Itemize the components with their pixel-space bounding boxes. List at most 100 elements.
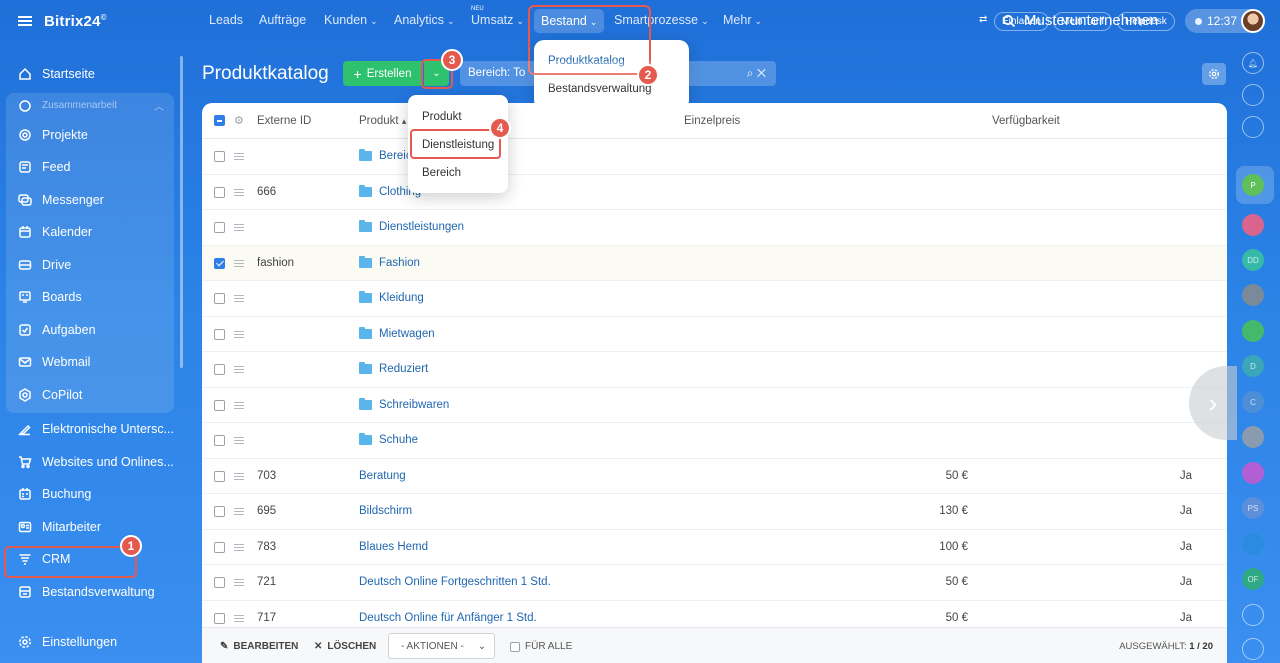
drag-handle-icon[interactable] [234,401,244,409]
table-row[interactable]: 721 Deutsch Online Fortgeschritten 1 Std.… [202,565,1227,601]
drag-handle-icon[interactable] [234,188,244,196]
table-row[interactable]: Reduziert [202,352,1227,388]
table-row[interactable]: Schreibwaren [202,388,1227,423]
search-icon[interactable]: ⌕ [747,66,754,80]
drag-handle-icon[interactable] [234,330,244,338]
delete-button[interactable]: ✕ LÖSCHEN [314,641,376,652]
close-icon[interactable]: ✕ [757,66,766,80]
cell-product[interactable]: Dienstleistungen [359,220,464,233]
rail-avatar-photo[interactable] [1242,284,1264,306]
row-checkbox[interactable] [214,151,225,162]
sidebar-item-webmail[interactable]: Webmail [6,346,174,379]
sidebar-item-startseite[interactable]: Startseite [0,58,180,91]
row-checkbox[interactable] [214,399,225,411]
nav-analytics[interactable]: Analytics ⌄ [394,13,455,27]
rail-icon-more[interactable] [1242,638,1264,660]
sidebar-item-einstellungen[interactable]: Einstellungen [0,626,117,659]
tariff-button[interactable]: Mein Tarif [1053,12,1113,31]
row-checkbox[interactable] [214,506,225,517]
nav-umsatz[interactable]: Umsatz ⌄ [471,13,524,27]
sidebar-item-signature[interactable]: Elektronische Untersc... [0,413,180,446]
col-header-availability[interactable]: Verfügbarkeit [992,115,1060,127]
settings-button[interactable] [1202,63,1226,85]
menu-item-bereich[interactable]: Bereich [408,159,508,187]
create-button[interactable]: + Erstellen [343,61,422,86]
cell-product[interactable]: Reduziert [359,362,428,375]
search-icon[interactable] [1242,116,1264,138]
drag-handle-icon[interactable] [234,153,244,160]
sidebar-item-aufgaben[interactable]: Aufgaben [6,314,174,347]
cell-product[interactable]: Schuhe [359,433,418,446]
nav-mehr[interactable]: Mehr ⌄ [723,13,762,27]
rail-avatar-group[interactable] [1242,426,1264,448]
table-row[interactable]: Bereich [202,139,1227,175]
select-all-checkbox[interactable] [214,115,225,126]
row-checkbox[interactable] [214,186,225,198]
table-row[interactable]: Dienstleistungen [202,210,1227,246]
switch-icon[interactable]: ⇄ [979,14,987,25]
col-header-price[interactable]: Einzelpreis [684,115,740,127]
bell-icon[interactable]: 🔔︎ [1242,52,1264,74]
table-row[interactable]: 695 Bildschirm 130 € Ja [202,494,1227,530]
drag-handle-icon[interactable] [234,579,244,586]
row-checkbox[interactable] [214,470,225,482]
filter-bar[interactable]: Bereich: To ⌕ ✕ [460,61,776,86]
row-checkbox[interactable] [214,612,225,624]
cell-product[interactable]: Beratung [359,470,406,482]
row-checkbox[interactable] [214,435,225,446]
rail-avatar-chat[interactable] [1242,320,1264,342]
rail-avatar-d[interactable]: D [1242,355,1264,377]
rail-avatar-of[interactable]: OF [1242,568,1264,590]
row-checkbox[interactable] [214,541,225,553]
rail-avatar-chat2[interactable] [1242,533,1264,555]
menu-icon[interactable] [18,16,32,26]
nav-auftraege[interactable]: Aufträge [259,13,306,27]
cell-product[interactable]: Mietwagen [359,326,435,340]
filter-chip[interactable]: Bereich: To [460,61,533,86]
copilot-icon[interactable] [1242,84,1264,106]
sidebar-item-boards[interactable]: Boards [6,281,174,314]
drag-handle-icon[interactable] [234,295,244,302]
sidebar-item-messenger[interactable]: Messenger [6,184,174,217]
drag-handle-icon[interactable] [234,366,244,373]
user-avatar[interactable] [1241,9,1265,33]
row-checkbox[interactable] [214,577,225,588]
edit-button[interactable]: ✎ BEARBEITEN [220,641,298,652]
cell-product[interactable]: Schreibwaren [359,397,449,411]
rail-avatar-icon[interactable] [1242,214,1264,236]
rail-icon-settings[interactable] [1242,604,1264,626]
table-row[interactable]: Kleidung [202,281,1227,317]
logo[interactable]: Bitrix24© [44,13,107,30]
cell-product[interactable]: Deutsch Online für Anfänger 1 Std. [359,612,537,624]
sidebar-item-buchung[interactable]: Buchung [0,478,180,511]
for-all-checkbox[interactable]: FÜR ALLE [510,641,572,652]
col-header-ext[interactable]: Externe ID [257,115,311,127]
cell-product[interactable]: Bildschirm [359,505,412,517]
row-checkbox[interactable] [214,364,225,375]
sidebar-item-copilot[interactable]: CoPilot [6,379,174,412]
sidebar-item-drive[interactable]: Drive [6,249,174,282]
rail-avatar-c[interactable]: C [1242,391,1264,413]
helpdesk-button[interactable]: Helpdesk [1117,12,1175,31]
row-checkbox[interactable] [214,257,225,269]
sidebar-item-websites[interactable]: Websites und Onlines... [0,446,180,479]
drag-handle-icon[interactable] [234,543,244,551]
drag-handle-icon[interactable] [234,614,244,622]
actions-select[interactable]: - AKTIONEN - ⌄ [388,633,495,659]
table-row[interactable]: 783 Blaues Hemd 100 € Ja [202,530,1227,565]
sidebar-item-feed[interactable]: Feed [6,151,174,184]
nav-leads[interactable]: Leads [209,13,243,27]
row-checkbox[interactable] [214,293,225,304]
table-row[interactable]: Schuhe [202,423,1227,459]
cell-product[interactable]: Kleidung [359,291,424,304]
drag-handle-icon[interactable] [234,437,244,444]
rail-avatar-calendar[interactable] [1242,462,1264,484]
gear-icon[interactable]: ⚙ [234,114,244,127]
sidebar-item-bestandsverwaltung[interactable]: Bestandsverwaltung [0,576,180,609]
rail-avatar-p[interactable]: P [1242,174,1264,196]
rail-avatar-dd[interactable]: DD [1242,249,1264,271]
col-header-product[interactable]: Produkt ▴ [359,115,406,127]
rail-avatar-ps[interactable]: PS [1242,497,1264,519]
cell-product[interactable]: Deutsch Online Fortgeschritten 1 Std. [359,576,551,588]
drag-handle-icon[interactable] [234,508,244,515]
